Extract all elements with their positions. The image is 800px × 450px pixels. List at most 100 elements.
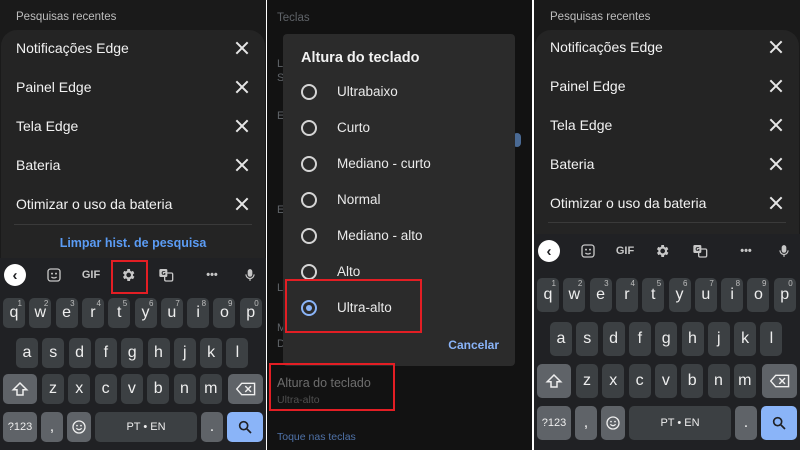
key-v[interactable]: v bbox=[654, 364, 677, 398]
close-icon[interactable] bbox=[234, 118, 250, 134]
radio-icon[interactable] bbox=[301, 228, 317, 244]
key-c[interactable]: c bbox=[628, 364, 651, 398]
key-f[interactable]: f bbox=[94, 338, 117, 368]
height-option[interactable]: Mediano - alto bbox=[301, 224, 501, 248]
key-r[interactable]: r4 bbox=[615, 278, 638, 312]
symbols-key[interactable]: ?123 bbox=[3, 412, 37, 442]
radio-icon[interactable] bbox=[301, 84, 317, 100]
key-t[interactable]: t5 bbox=[642, 278, 665, 312]
key-v[interactable]: v bbox=[120, 374, 143, 404]
height-option[interactable]: Ultrabaixo bbox=[301, 80, 501, 104]
key-h[interactable]: h bbox=[681, 322, 704, 356]
key-u[interactable]: u7 bbox=[160, 298, 183, 328]
recent-search-item[interactable]: Otimizar o uso da bateria bbox=[550, 193, 784, 213]
key-t[interactable]: t5 bbox=[108, 298, 131, 328]
period-key[interactable]: . bbox=[201, 412, 223, 442]
key-m[interactable]: m bbox=[733, 364, 756, 398]
sticker-icon[interactable] bbox=[40, 261, 68, 289]
backspace-key[interactable] bbox=[228, 374, 263, 404]
mic-icon[interactable] bbox=[770, 237, 798, 265]
close-icon[interactable] bbox=[234, 196, 250, 212]
close-icon[interactable] bbox=[768, 117, 784, 133]
close-icon[interactable] bbox=[768, 156, 784, 172]
key-g[interactable]: g bbox=[655, 322, 678, 356]
key-r[interactable]: r4 bbox=[81, 298, 104, 328]
recent-search-item[interactable]: Painel Edge bbox=[16, 77, 250, 97]
key-l[interactable]: l bbox=[760, 322, 783, 356]
comma-key[interactable]: , bbox=[575, 406, 597, 440]
gif-button[interactable]: GIF bbox=[611, 237, 639, 265]
key-o[interactable]: o9 bbox=[213, 298, 236, 328]
key-w[interactable]: w2 bbox=[29, 298, 52, 328]
height-option[interactable]: Curto bbox=[301, 116, 501, 140]
close-icon[interactable] bbox=[234, 157, 250, 173]
shift-key[interactable] bbox=[537, 364, 571, 398]
key-i[interactable]: i8 bbox=[721, 278, 744, 312]
radio-icon[interactable] bbox=[301, 264, 317, 280]
key-q[interactable]: q1 bbox=[537, 278, 559, 312]
recent-search-item[interactable]: Notificações Edge bbox=[550, 37, 784, 57]
clear-history-link[interactable]: Limpar hist. de pesquisa bbox=[0, 236, 266, 250]
close-icon[interactable] bbox=[234, 79, 250, 95]
recent-search-item[interactable]: Bateria bbox=[16, 155, 250, 175]
key-x[interactable]: x bbox=[68, 374, 91, 404]
key-f[interactable]: f bbox=[628, 322, 651, 356]
radio-icon[interactable] bbox=[301, 192, 317, 208]
key-u[interactable]: u7 bbox=[694, 278, 717, 312]
key-z[interactable]: z bbox=[576, 364, 598, 398]
key-h[interactable]: h bbox=[147, 338, 170, 368]
radio-icon[interactable] bbox=[301, 120, 317, 136]
key-a[interactable]: a bbox=[550, 322, 572, 356]
close-icon[interactable] bbox=[768, 78, 784, 94]
key-s[interactable]: s bbox=[42, 338, 65, 368]
key-p[interactable]: p0 bbox=[773, 278, 796, 312]
key-a[interactable]: a bbox=[16, 338, 38, 368]
key-e[interactable]: e3 bbox=[55, 298, 78, 328]
backspace-key[interactable] bbox=[762, 364, 797, 398]
key-y[interactable]: y6 bbox=[134, 298, 157, 328]
close-icon[interactable] bbox=[234, 40, 250, 56]
period-key[interactable]: . bbox=[735, 406, 757, 440]
more-icon[interactable]: ••• bbox=[732, 237, 760, 265]
space-key[interactable]: PT • EN bbox=[629, 406, 731, 440]
mic-icon[interactable] bbox=[236, 261, 264, 289]
space-key[interactable]: PT • EN bbox=[95, 412, 197, 442]
back-icon[interactable]: ‹ bbox=[4, 264, 26, 286]
key-k[interactable]: k bbox=[200, 338, 223, 368]
search-key[interactable] bbox=[227, 412, 263, 442]
recent-search-item[interactable]: Notificações Edge bbox=[16, 38, 250, 58]
comma-key[interactable]: , bbox=[41, 412, 63, 442]
key-d[interactable]: d bbox=[68, 338, 91, 368]
back-icon[interactable]: ‹ bbox=[538, 240, 560, 262]
translate-icon[interactable]: G bbox=[686, 237, 714, 265]
shift-key[interactable] bbox=[3, 374, 37, 404]
symbols-key[interactable]: ?123 bbox=[537, 406, 571, 440]
key-d[interactable]: d bbox=[602, 322, 625, 356]
gear-icon[interactable] bbox=[648, 237, 676, 265]
close-icon[interactable] bbox=[768, 195, 784, 211]
key-e[interactable]: e3 bbox=[589, 278, 612, 312]
key-j[interactable]: j bbox=[173, 338, 196, 368]
translate-icon[interactable]: G bbox=[152, 261, 180, 289]
key-w[interactable]: w2 bbox=[563, 278, 586, 312]
cancel-button[interactable]: Cancelar bbox=[448, 338, 499, 352]
key-b[interactable]: b bbox=[147, 374, 170, 404]
key-l[interactable]: l bbox=[226, 338, 249, 368]
emoji-key[interactable] bbox=[601, 406, 625, 440]
key-m[interactable]: m bbox=[199, 374, 222, 404]
key-b[interactable]: b bbox=[681, 364, 704, 398]
key-k[interactable]: k bbox=[734, 322, 757, 356]
search-key[interactable] bbox=[761, 406, 797, 440]
recent-search-item[interactable]: Tela Edge bbox=[550, 115, 784, 135]
recent-search-item[interactable]: Tela Edge bbox=[16, 116, 250, 136]
key-o[interactable]: o9 bbox=[747, 278, 770, 312]
height-option[interactable]: Normal bbox=[301, 188, 501, 212]
key-n[interactable]: n bbox=[173, 374, 196, 404]
key-p[interactable]: p0 bbox=[239, 298, 262, 328]
key-i[interactable]: i8 bbox=[187, 298, 210, 328]
sticker-icon[interactable] bbox=[574, 237, 602, 265]
recent-search-item[interactable]: Bateria bbox=[550, 154, 784, 174]
radio-icon[interactable] bbox=[301, 156, 317, 172]
key-y[interactable]: y6 bbox=[668, 278, 691, 312]
key-n[interactable]: n bbox=[707, 364, 730, 398]
